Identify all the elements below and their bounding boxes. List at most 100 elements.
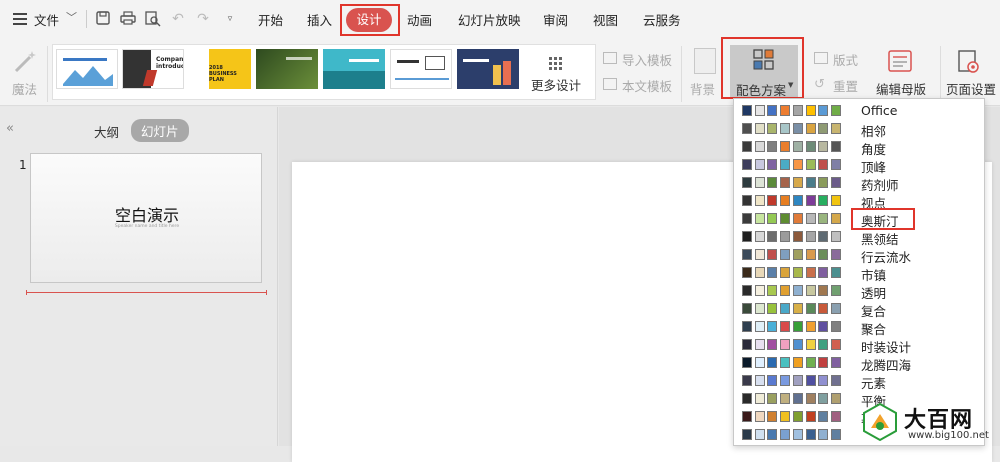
- color-scheme-item[interactable]: 聚合: [734, 318, 984, 337]
- tab-view[interactable]: 视图: [593, 10, 618, 29]
- color-swatch: [805, 393, 816, 404]
- collapse-panel-icon[interactable]: «: [6, 121, 14, 136]
- this-template-icon[interactable]: [603, 78, 617, 90]
- tab-slides[interactable]: 幻灯片: [131, 119, 189, 142]
- page-setup-button[interactable]: 页面设置: [946, 79, 996, 98]
- color-swatch: [830, 429, 841, 440]
- color-swatch: [767, 177, 778, 188]
- color-swatch: [742, 357, 752, 368]
- tab-outline[interactable]: 大纲: [94, 122, 119, 141]
- color-swatch: [818, 213, 829, 224]
- color-scheme-item[interactable]: 相邻: [734, 120, 984, 139]
- print-preview-icon[interactable]: [145, 11, 161, 27]
- color-swatch: [792, 303, 803, 314]
- tab-animation[interactable]: 动画: [407, 10, 432, 29]
- redo-icon[interactable]: ↷: [195, 11, 211, 27]
- customize-dropdown-icon[interactable]: ▿: [222, 11, 238, 27]
- color-swatch: [818, 303, 829, 314]
- color-swatch: [742, 411, 752, 422]
- color-swatch: [742, 339, 752, 350]
- color-scheme-item[interactable]: 顶峰: [734, 156, 984, 175]
- color-scheme-item[interactable]: 元素: [734, 372, 984, 391]
- tab-slideshow[interactable]: 幻灯片放映: [458, 10, 521, 29]
- color-swatch: [754, 285, 765, 296]
- color-swatch: [805, 411, 816, 422]
- color-swatch: [830, 285, 841, 296]
- template-thumb[interactable]: Company introduction: [122, 49, 184, 89]
- import-template-icon[interactable]: [603, 52, 617, 64]
- chevron-down-icon[interactable]: ﹀: [66, 9, 77, 25]
- color-swatch: [767, 429, 778, 440]
- color-scheme-item[interactable]: 时装设计: [734, 336, 984, 355]
- color-swatch: [805, 249, 816, 260]
- slide-subtitle: Speaker name and title here: [114, 224, 180, 229]
- file-menu[interactable]: 文件: [34, 10, 59, 29]
- color-swatch: [780, 123, 791, 134]
- color-swatch: [780, 411, 791, 422]
- tab-review[interactable]: 审阅: [543, 10, 568, 29]
- color-scheme-item[interactable]: 市镇: [734, 264, 984, 283]
- color-swatch: [805, 105, 816, 116]
- color-swatch: [780, 303, 791, 314]
- color-swatch: [780, 231, 791, 242]
- color-scheme-item[interactable]: 行云流水: [734, 246, 984, 265]
- tab-insert[interactable]: 插入: [307, 10, 332, 29]
- import-template-button[interactable]: 导入模板: [622, 50, 672, 69]
- layout-icon[interactable]: [814, 52, 828, 64]
- color-swatch: [818, 195, 829, 206]
- color-swatch: [754, 267, 765, 278]
- print-icon[interactable]: [120, 11, 136, 27]
- color-swatch: [792, 141, 803, 152]
- tab-home[interactable]: 开始: [258, 10, 283, 29]
- watermark: 大百网 www.big100.net: [858, 398, 1000, 446]
- color-swatch: [792, 375, 803, 386]
- slide-thumbnail[interactable]: 空白演示 Speaker name and title here: [30, 153, 262, 283]
- more-design-button[interactable]: 更多设计: [531, 75, 581, 94]
- color-swatch: [754, 321, 765, 332]
- template-thumb[interactable]: [323, 49, 385, 89]
- grid-icon[interactable]: [549, 57, 563, 71]
- layout-button[interactable]: 版式: [833, 50, 858, 69]
- ribbon: 魔法 Company introduction 2018 BUSINESS PL…: [0, 37, 1000, 106]
- color-swatch: [767, 339, 778, 350]
- undo-icon[interactable]: ↶: [170, 11, 186, 27]
- color-swatch: [742, 105, 752, 116]
- edit-master-button[interactable]: 编辑母版: [876, 79, 926, 98]
- color-swatch: [805, 375, 816, 386]
- this-template-button[interactable]: 本文模板: [622, 76, 672, 95]
- page-setup-icon[interactable]: [958, 50, 980, 74]
- color-swatch: [767, 231, 778, 242]
- magic-wand-icon[interactable]: [12, 49, 38, 75]
- save-icon[interactable]: [95, 11, 111, 27]
- color-scheme-item[interactable]: 透明: [734, 282, 984, 301]
- template-thumb[interactable]: 2018 BUSINESS PLAN: [189, 49, 251, 89]
- color-swatch: [805, 159, 816, 170]
- color-scheme-item[interactable]: 龙腾四海: [734, 354, 984, 373]
- color-swatch: [805, 429, 816, 440]
- color-swatch: [742, 393, 752, 404]
- color-scheme-item[interactable]: 角度: [734, 138, 984, 157]
- color-swatch: [805, 213, 816, 224]
- template-thumb[interactable]: [390, 49, 452, 89]
- hamburger-icon[interactable]: [13, 13, 27, 25]
- color-swatch: [805, 357, 816, 368]
- color-scheme-item[interactable]: 黑领结: [734, 228, 984, 247]
- template-thumb[interactable]: [56, 49, 118, 89]
- reset-button[interactable]: 重置: [833, 76, 858, 95]
- color-swatch: [830, 339, 841, 350]
- template-thumb[interactable]: [256, 49, 318, 89]
- color-scheme-item[interactable]: Office: [734, 102, 984, 120]
- color-swatch: [818, 105, 829, 116]
- template-thumb[interactable]: [457, 49, 519, 89]
- background-button[interactable]: 背景: [690, 79, 715, 98]
- color-scheme-item[interactable]: 药剂师: [734, 174, 984, 193]
- color-swatch: [805, 123, 816, 134]
- reset-icon[interactable]: ↺: [814, 77, 825, 92]
- color-scheme-item[interactable]: 复合: [734, 300, 984, 319]
- color-swatch: [780, 213, 791, 224]
- edit-master-icon[interactable]: [888, 50, 912, 72]
- magic-button[interactable]: 魔法: [12, 79, 37, 98]
- watermark-url: www.big100.net: [908, 430, 989, 441]
- tab-cloud-service[interactable]: 云服务: [643, 10, 681, 29]
- background-icon[interactable]: [694, 48, 716, 74]
